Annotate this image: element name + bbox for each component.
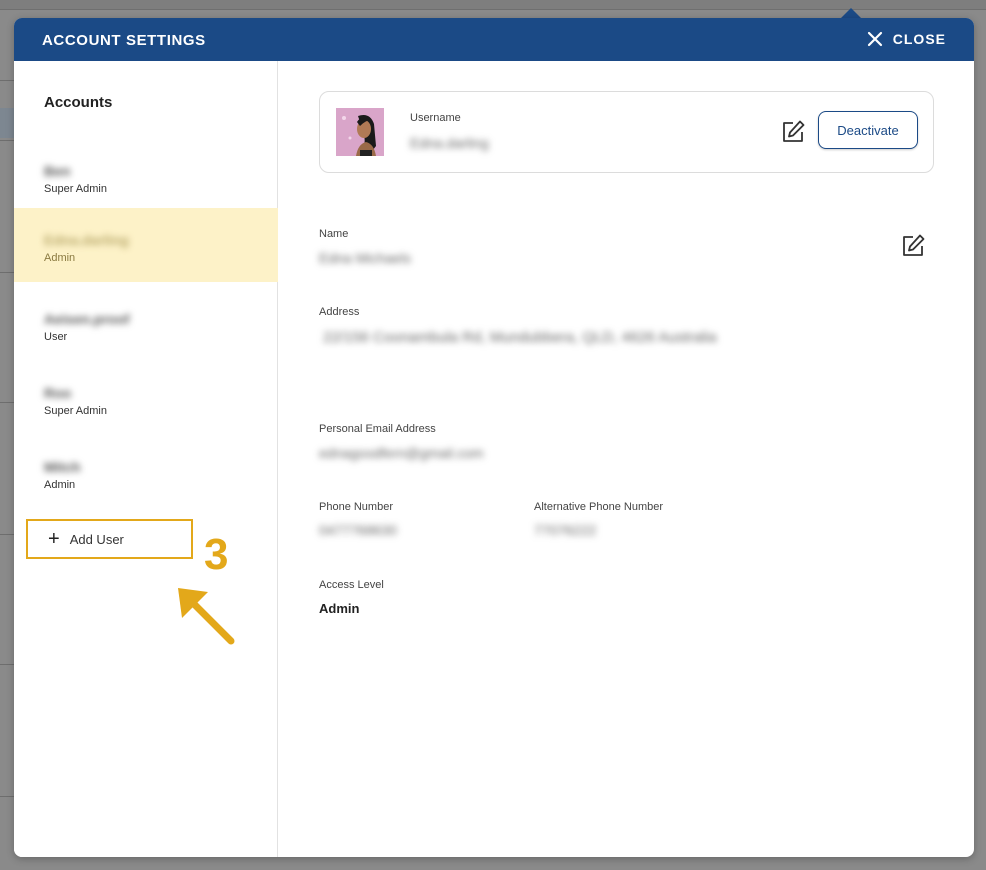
avatar-portrait-icon bbox=[336, 108, 384, 156]
account-role: Super Admin bbox=[44, 183, 107, 195]
account-role: Admin bbox=[44, 479, 76, 491]
background-divider bbox=[0, 272, 14, 273]
close-button[interactable]: CLOSE bbox=[867, 31, 946, 47]
popover-caret bbox=[841, 8, 861, 18]
avatar bbox=[336, 108, 384, 156]
name-value: Edna Michaels bbox=[319, 250, 411, 266]
account-settings-modal: ACCOUNT SETTINGS CLOSE Accounts Ben Supe… bbox=[14, 18, 974, 857]
account-name: Aeisen.proof bbox=[44, 311, 130, 327]
account-name: Roo bbox=[44, 385, 72, 401]
account-role: Admin bbox=[44, 252, 76, 264]
add-user-button[interactable]: + Add User bbox=[26, 519, 193, 559]
account-item-mitch[interactable]: Mitch Admin bbox=[14, 435, 278, 509]
access-level-label: Access Level bbox=[319, 579, 384, 591]
account-role: User bbox=[44, 331, 68, 343]
name-label: Name bbox=[319, 228, 349, 240]
account-name: Mitch bbox=[44, 459, 81, 475]
email-value: ednagoodfern@gmail.com bbox=[319, 445, 484, 461]
account-name: Ben bbox=[44, 163, 71, 179]
background-divider bbox=[0, 534, 14, 535]
background-divider bbox=[0, 402, 14, 403]
modal-header: ACCOUNT SETTINGS CLOSE bbox=[14, 18, 974, 61]
account-item-edna[interactable]: Edna.darling Admin bbox=[14, 208, 278, 282]
edit-username-icon[interactable] bbox=[780, 119, 806, 145]
close-icon bbox=[867, 31, 882, 47]
alt-phone-label: Alternative Phone Number bbox=[534, 501, 664, 513]
background-divider bbox=[0, 140, 14, 141]
account-item-aeisen[interactable]: Aeisen.proof User bbox=[14, 287, 278, 361]
account-details-panel: Username Edna.darling Deactivate Name Ed… bbox=[279, 61, 974, 857]
account-role: Super Admin bbox=[44, 405, 107, 417]
sidebar-title: Accounts bbox=[44, 94, 113, 111]
background-divider bbox=[0, 664, 14, 665]
accounts-sidebar: Accounts Ben Super Admin Edna.darling Ad… bbox=[14, 61, 278, 857]
phone-value: 0477768630 bbox=[319, 522, 397, 538]
deactivate-button[interactable]: Deactivate bbox=[818, 111, 918, 149]
background-topbar bbox=[0, 0, 986, 10]
username-value: Edna.darling bbox=[410, 135, 489, 151]
add-user-label: Add User bbox=[69, 531, 124, 547]
edit-profile-icon[interactable] bbox=[900, 233, 926, 259]
address-label: Address bbox=[319, 306, 360, 318]
username-label: Username bbox=[410, 112, 461, 124]
account-item-ben[interactable]: Ben Super Admin bbox=[14, 139, 278, 213]
annotation-arrow-icon bbox=[178, 588, 235, 645]
user-card: Username Edna.darling Deactivate bbox=[319, 91, 934, 173]
email-label: Personal Email Address bbox=[319, 423, 436, 435]
address-value: 22/156 Coonambula Rd, Mundubbera, QLD, 4… bbox=[323, 329, 717, 346]
phone-label: Phone Number bbox=[319, 501, 393, 513]
plus-icon: + bbox=[48, 528, 60, 550]
access-level-value: Admin bbox=[319, 601, 360, 616]
background-divider bbox=[0, 796, 14, 797]
account-item-roo[interactable]: Roo Super Admin bbox=[14, 361, 278, 435]
annotation-step-number: 3 bbox=[204, 530, 229, 579]
modal-title: ACCOUNT SETTINGS bbox=[42, 32, 206, 49]
background-divider bbox=[0, 80, 14, 81]
close-label: CLOSE bbox=[892, 31, 946, 47]
background-strip bbox=[0, 108, 14, 138]
account-name: Edna.darling bbox=[44, 232, 129, 248]
alt-phone-value: 77076222 bbox=[534, 522, 597, 538]
